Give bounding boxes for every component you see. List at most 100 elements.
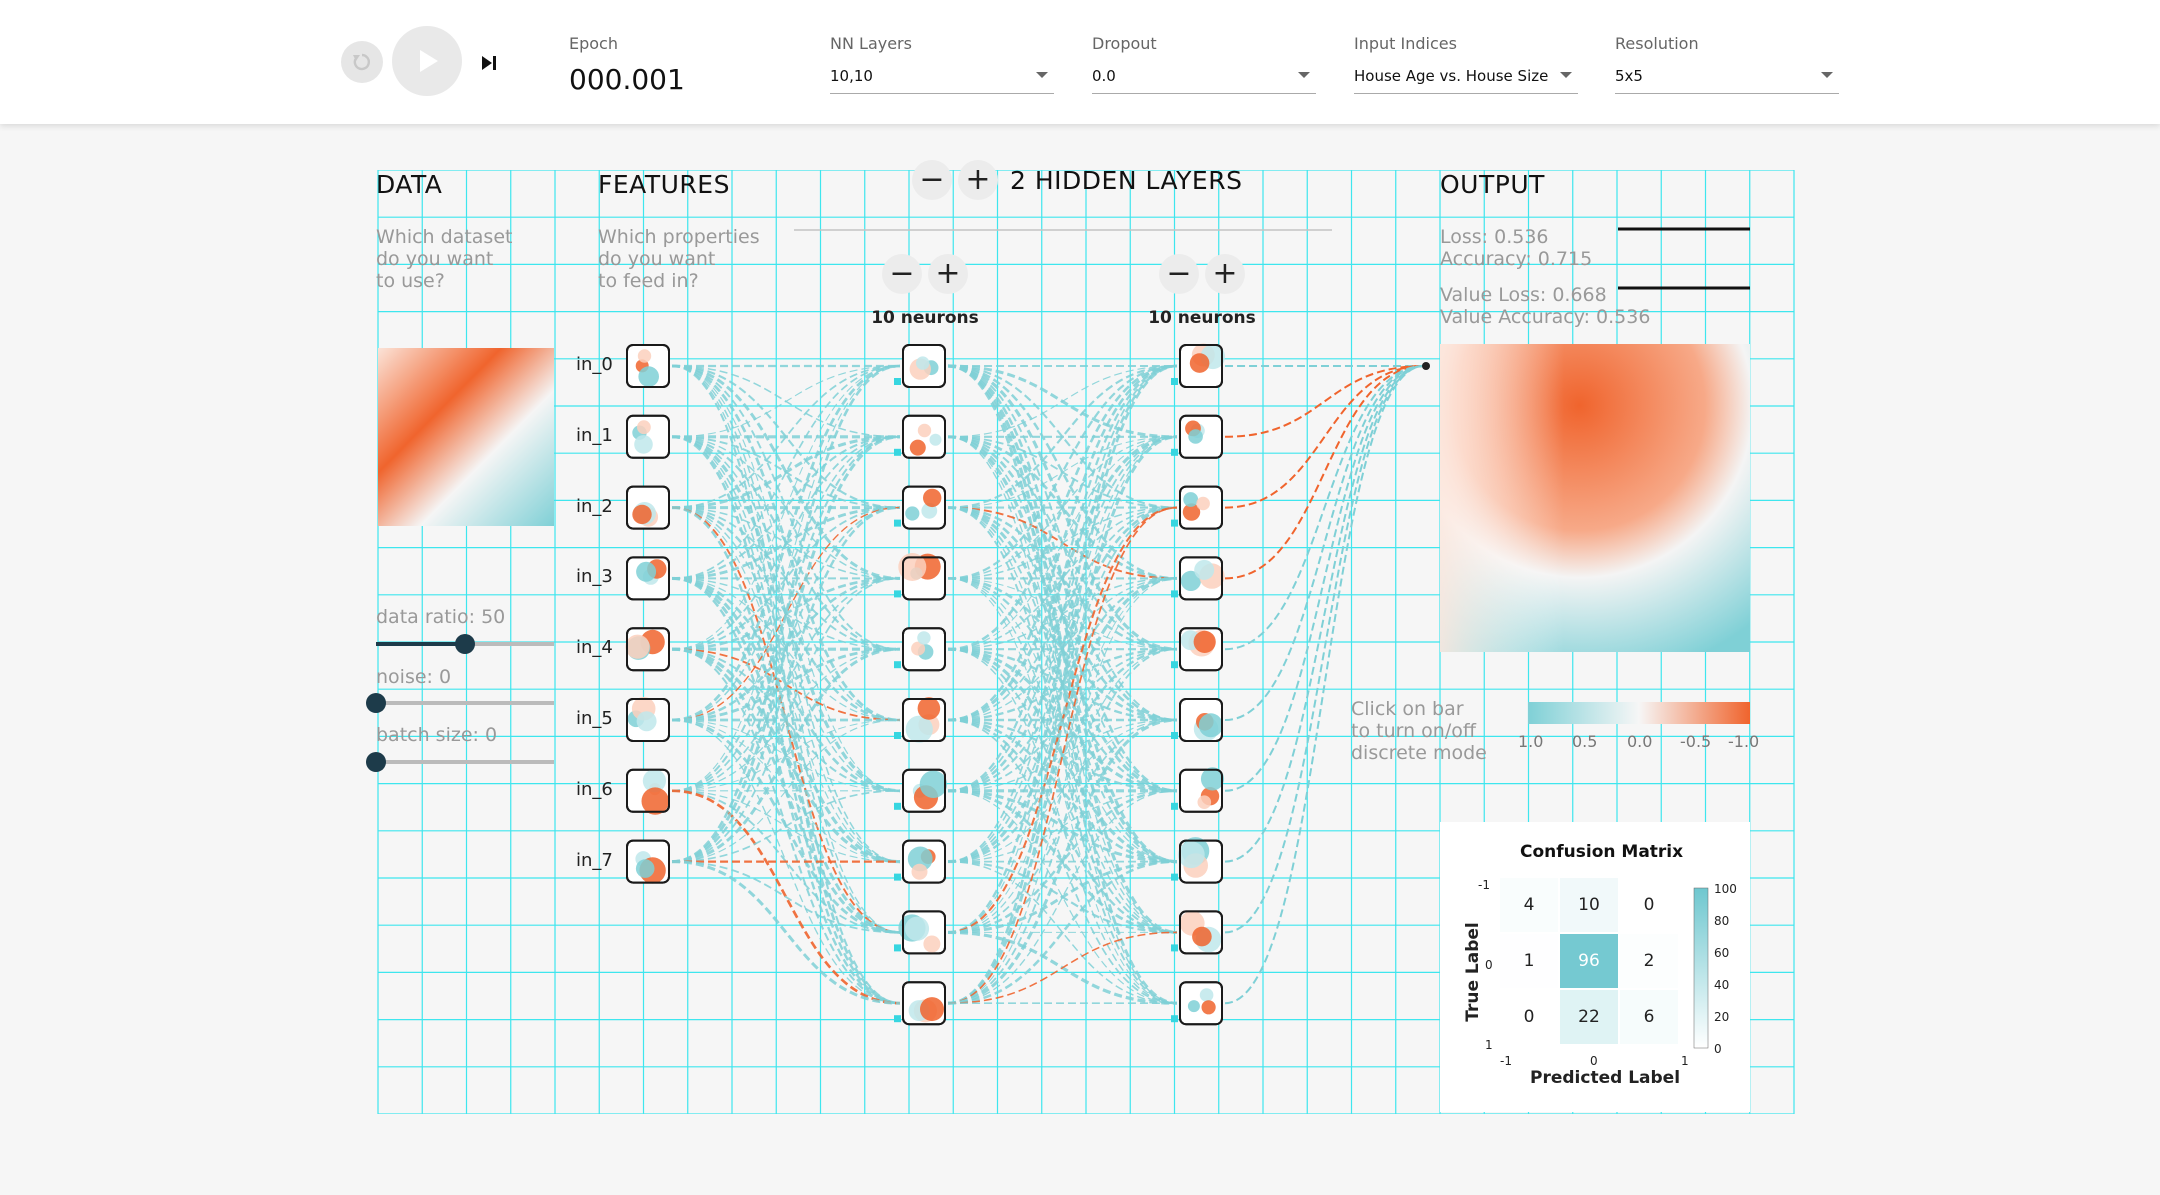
- true-label-axis: True Label: [1463, 922, 1483, 1022]
- dataset-preview[interactable]: [378, 348, 554, 526]
- input-node[interactable]: [626, 768, 670, 815]
- discrete-hint-line: discrete mode: [1351, 742, 1487, 764]
- top-toolbar: Epoch 000.001 NN Layers 10,10 Dropout 0.…: [0, 0, 2160, 124]
- hidden-layers-heading: 2 HIDDEN LAYERS: [1010, 166, 1243, 195]
- output-edge[interactable]: [1224, 365, 1425, 721]
- bias-marker: [1171, 944, 1178, 952]
- batch-size-thumb[interactable]: [366, 752, 386, 772]
- play-icon: [420, 50, 438, 72]
- data-subtext-line: Which dataset: [376, 226, 513, 248]
- connection-edge[interactable]: [947, 364, 1178, 1005]
- input-node[interactable]: [626, 839, 670, 884]
- bias-marker: [894, 661, 901, 669]
- connection-edge[interactable]: [671, 364, 901, 722]
- data-ratio-thumb[interactable]: [455, 634, 475, 654]
- row-tick: 0: [1485, 958, 1493, 972]
- input-node[interactable]: [625, 627, 670, 672]
- bias-marker: [1171, 732, 1178, 739]
- dropout-value: 0.0: [1092, 67, 1116, 85]
- step-forward-button[interactable]: [472, 46, 506, 80]
- play-button[interactable]: [392, 26, 462, 96]
- output-edge[interactable]: [1224, 365, 1425, 1005]
- input-node[interactable]: [626, 344, 670, 388]
- connection-edge[interactable]: [671, 506, 901, 863]
- network-connections: [671, 362, 1430, 1005]
- data-subtext-line: to use?: [376, 270, 445, 292]
- hidden1-neuron[interactable]: [898, 910, 946, 955]
- hidden2-neuron[interactable]: [1179, 698, 1223, 742]
- legend-tick: 1.0: [1518, 732, 1544, 751]
- hidden1-neuron[interactable]: [902, 627, 946, 672]
- epoch-display: Epoch 000.001: [569, 34, 685, 96]
- connection-edge[interactable]: [947, 435, 1178, 792]
- dropout-select[interactable]: Dropout 0.0: [1092, 34, 1316, 94]
- bias-marker: [1171, 802, 1178, 810]
- bias-marker: [1171, 519, 1178, 527]
- hidden1-neuron[interactable]: [902, 697, 946, 743]
- add-layer-button[interactable]: +: [958, 160, 998, 200]
- resolution-dropdown[interactable]: 5x5: [1615, 67, 1839, 94]
- input-indices-value: House Age vs. House Size: [1354, 67, 1549, 85]
- add-neuron-button-layer1[interactable]: +: [928, 254, 968, 294]
- noise-thumb[interactable]: [366, 693, 386, 713]
- hidden1-neuron[interactable]: [898, 553, 946, 601]
- legend-tick: 0.5: [1572, 732, 1598, 751]
- resolution-label: Resolution: [1615, 34, 1699, 53]
- output-edge[interactable]: [1224, 365, 1425, 438]
- output-edge[interactable]: [1224, 365, 1425, 651]
- remove-neuron-button-layer1[interactable]: −: [882, 254, 922, 294]
- input-node[interactable]: [626, 485, 670, 530]
- col-tick: -1: [1500, 1054, 1512, 1068]
- hidden2-neuron[interactable]: [1179, 627, 1223, 672]
- input-node[interactable]: [626, 414, 670, 459]
- hidden1-neuron[interactable]: [902, 414, 946, 459]
- hidden1-neuron[interactable]: [902, 344, 946, 388]
- step-forward-icon: [482, 56, 496, 70]
- bias-marker: [1171, 448, 1178, 456]
- color-legend-bar[interactable]: [1528, 702, 1750, 724]
- hidden2-neuron[interactable]: [1179, 556, 1225, 601]
- bias-marker: [894, 590, 901, 598]
- hidden2-neuron[interactable]: [1179, 910, 1223, 955]
- dropout-dropdown[interactable]: 0.0: [1092, 67, 1316, 94]
- connection-edge[interactable]: [947, 577, 1178, 933]
- data-ratio-label: data ratio: 50: [376, 606, 506, 628]
- hidden2-neuron[interactable]: [1179, 981, 1223, 1026]
- hidden2-neuron[interactable]: [1179, 485, 1223, 530]
- input-node[interactable]: [626, 696, 670, 742]
- hidden2-neuron[interactable]: [1179, 414, 1223, 459]
- input-indices-dropdown[interactable]: House Age vs. House Size: [1354, 67, 1578, 94]
- connection-edge[interactable]: [947, 364, 1178, 722]
- input-node[interactable]: [626, 556, 670, 601]
- remove-layer-button[interactable]: −: [912, 160, 952, 200]
- hidden1-neuron[interactable]: [902, 768, 948, 813]
- remove-neuron-button-layer2[interactable]: −: [1159, 254, 1199, 294]
- output-edge[interactable]: [1224, 365, 1425, 934]
- hidden1-neuron[interactable]: [902, 485, 946, 530]
- noise-track[interactable]: [376, 701, 554, 705]
- add-neuron-button-layer2[interactable]: +: [1205, 254, 1245, 294]
- col-tick: 0: [1590, 1054, 1598, 1068]
- features-subtext: Which properties do you want to feed in?: [598, 226, 760, 292]
- connection-edge[interactable]: [671, 435, 901, 792]
- data-ratio-fill: [376, 642, 465, 646]
- nn-layers-dropdown[interactable]: 10,10: [830, 67, 1054, 94]
- reset-button[interactable]: [341, 41, 383, 83]
- input-indices-select[interactable]: Input Indices House Age vs. House Size: [1354, 34, 1578, 94]
- resolution-select[interactable]: Resolution 5x5: [1615, 34, 1839, 94]
- batch-size-track[interactable]: [376, 760, 554, 764]
- colorbar-tick: 40: [1714, 978, 1730, 992]
- hidden2-neuron[interactable]: [1177, 837, 1223, 884]
- hidden2-neuron[interactable]: [1179, 767, 1225, 813]
- hidden1-neuron[interactable]: [902, 981, 946, 1026]
- hidden1-neuron[interactable]: [902, 839, 946, 884]
- noise-label: noise: 0: [376, 666, 452, 688]
- confusion-cell: 22: [1560, 990, 1618, 1044]
- nn-layers-select[interactable]: NN Layers 10,10: [830, 34, 1054, 94]
- discrete-hint-line: to turn on/off: [1351, 720, 1476, 742]
- bias-marker: [1171, 1015, 1178, 1023]
- input-label-in_0: in_0: [576, 354, 613, 375]
- hidden2-neuron[interactable]: [1179, 343, 1226, 388]
- output-edge[interactable]: [1224, 365, 1425, 863]
- connection-edge[interactable]: [947, 648, 1178, 1005]
